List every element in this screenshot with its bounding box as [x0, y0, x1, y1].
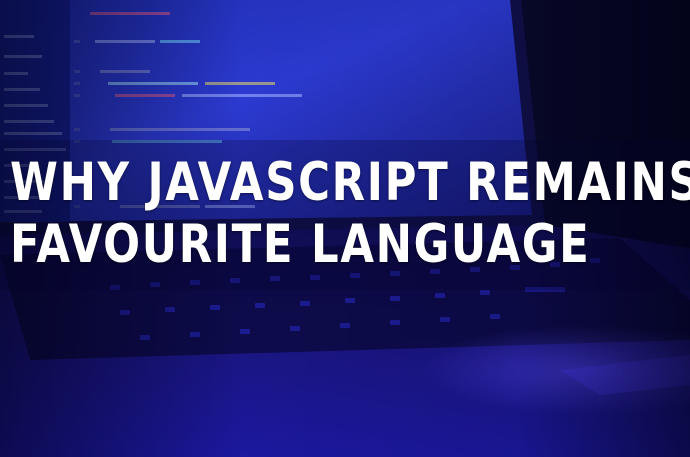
article-headline: WHY JAVASCRIPT REMAINS MY FAVOURITE LANG…	[10, 152, 690, 276]
headline-line-1: WHY JAVASCRIPT REMAINS MY	[10, 152, 690, 213]
headline-line-2: FAVOURITE LANGUAGE	[10, 214, 591, 275]
hero-image: WHY JAVASCRIPT REMAINS MY FAVOURITE LANG…	[0, 0, 690, 457]
